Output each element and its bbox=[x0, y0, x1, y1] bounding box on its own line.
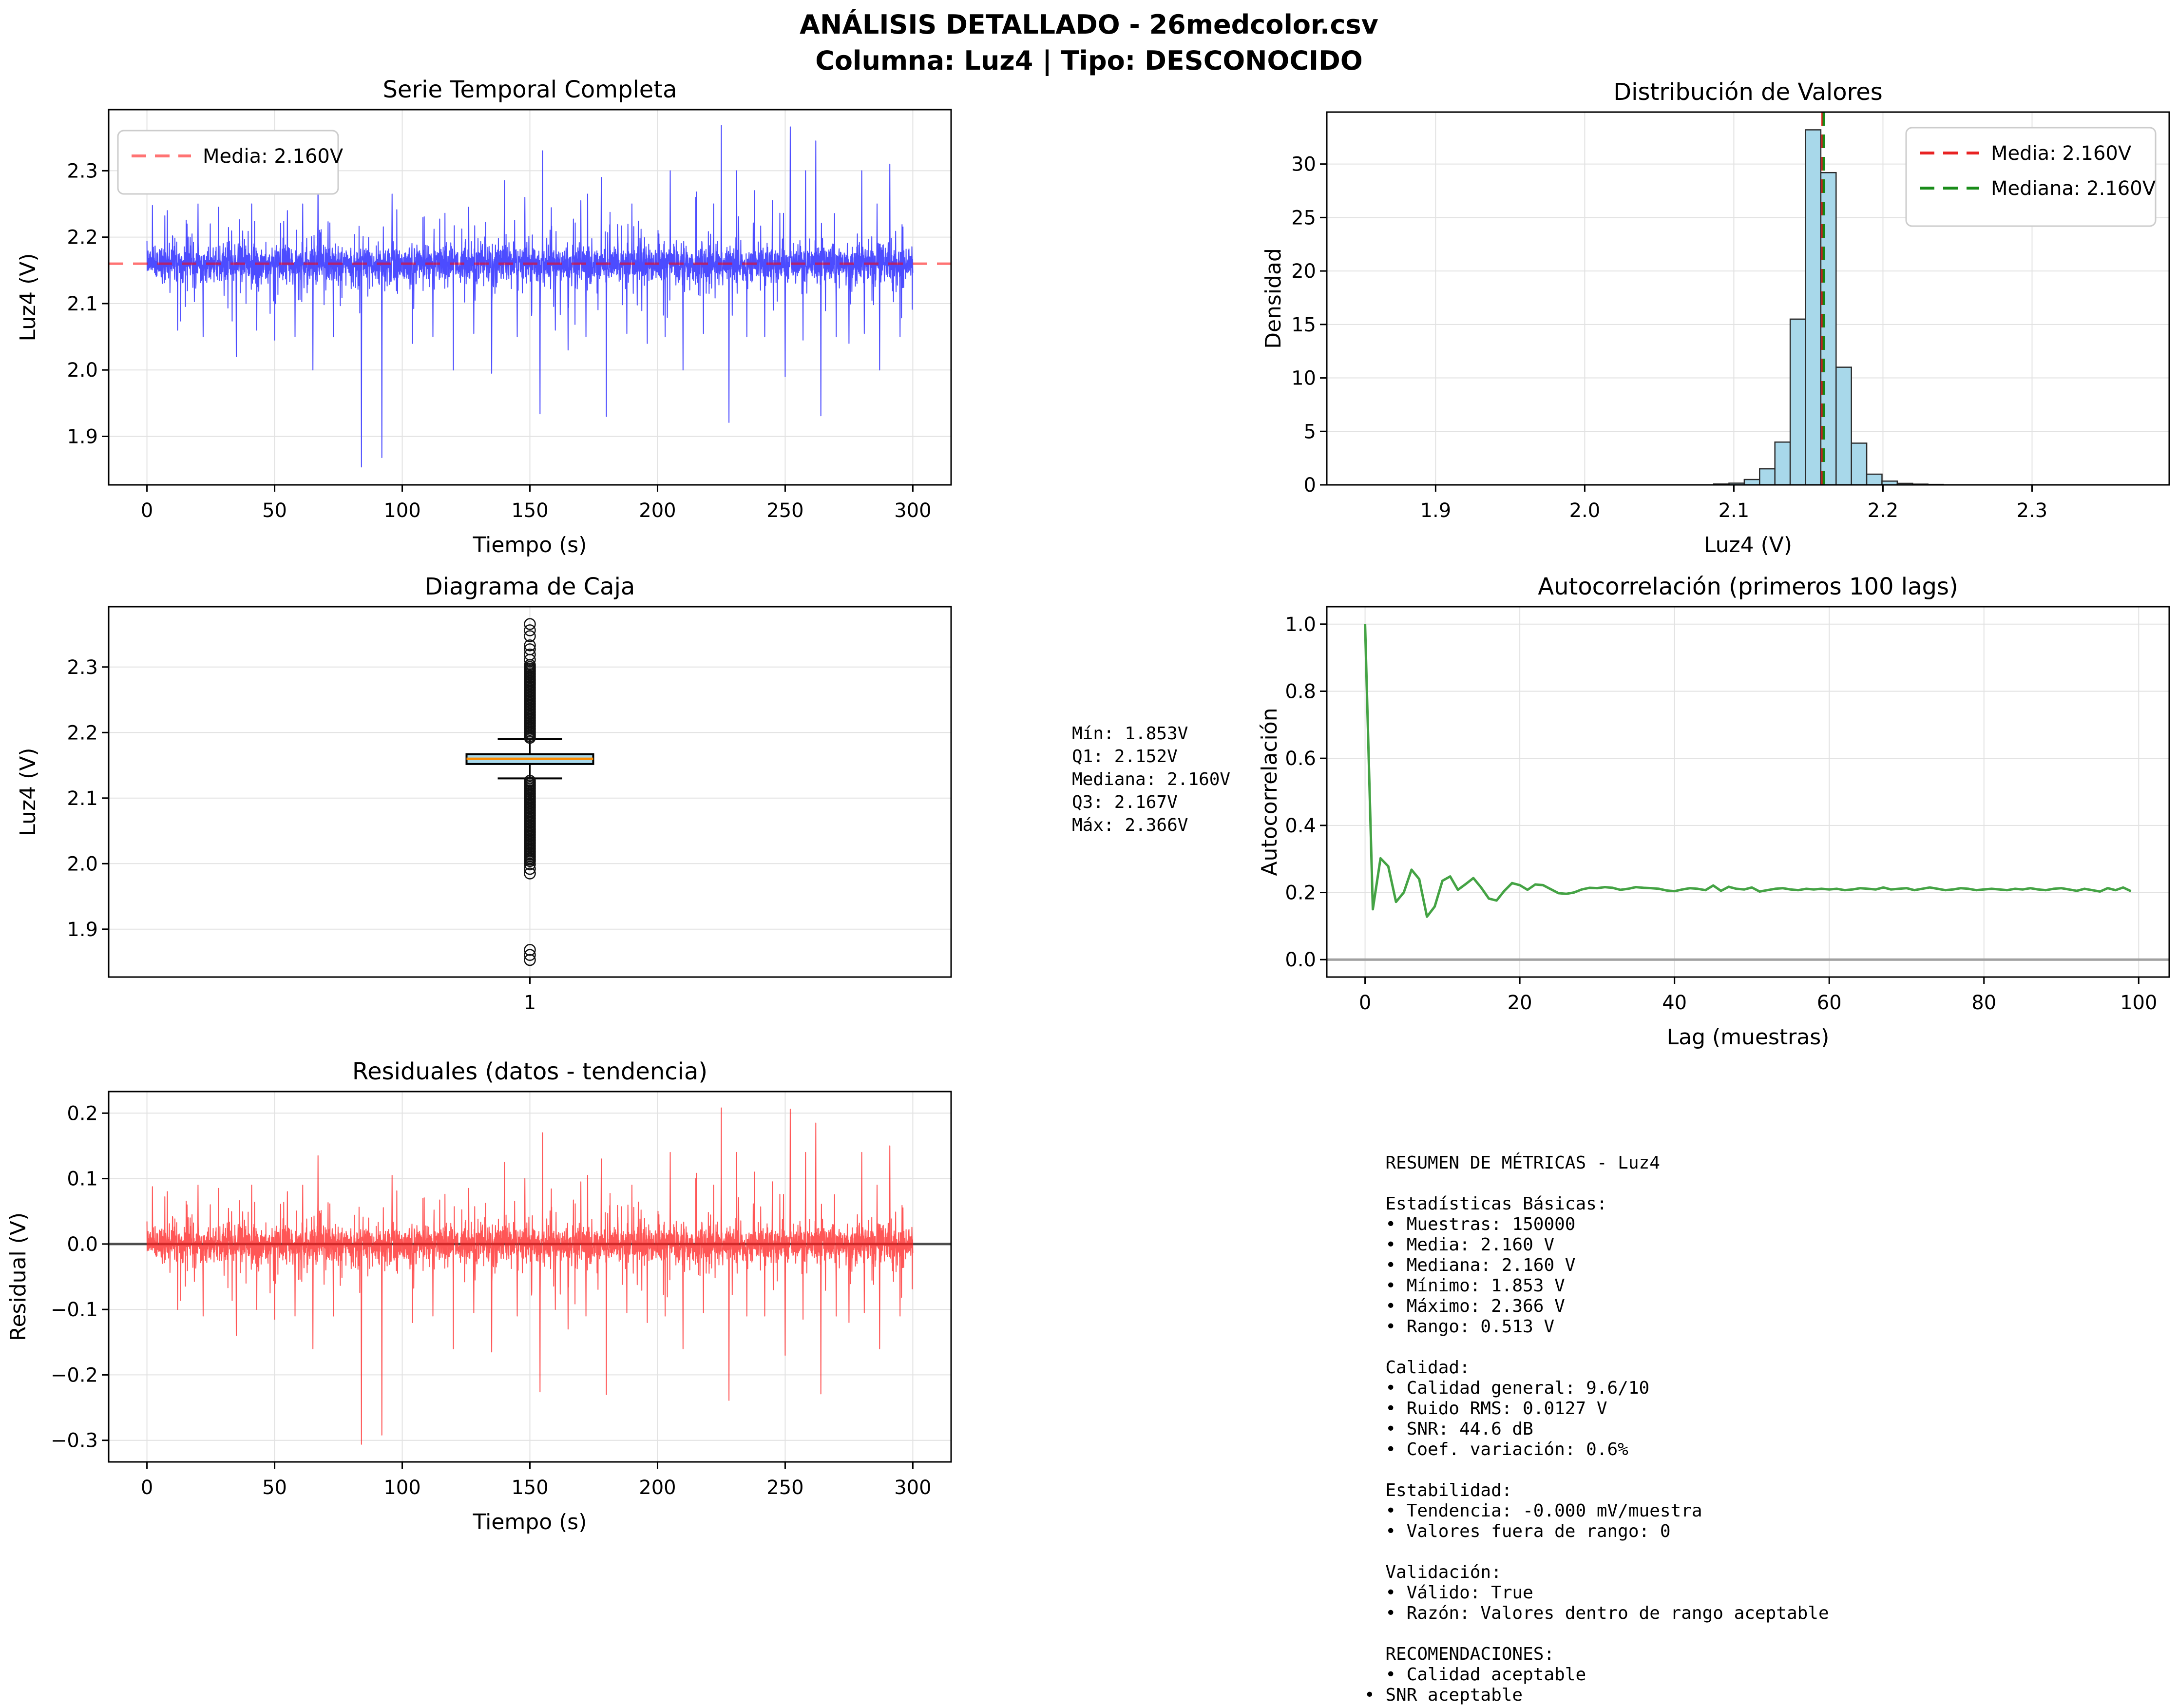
analysis-figure: ANÁLISIS DETALLADO - 26medcolor.csv Colu… bbox=[0, 0, 2178, 1708]
svg-text:2.2: 2.2 bbox=[67, 722, 98, 744]
svg-text:1.9: 1.9 bbox=[1420, 499, 1452, 522]
svg-text:2.1: 2.1 bbox=[67, 293, 98, 315]
svg-text:100: 100 bbox=[383, 499, 420, 522]
svg-text:Luz4 (V): Luz4 (V) bbox=[16, 748, 40, 836]
metrics-summary-text: RESUMEN DE MÉTRICAS - Luz4 Estadísticas … bbox=[1364, 1153, 1829, 1705]
svg-text:1.9: 1.9 bbox=[67, 426, 98, 448]
svg-text:Residuales (datos - tendencia): Residuales (datos - tendencia) bbox=[352, 1058, 707, 1085]
svg-text:200: 200 bbox=[639, 499, 676, 522]
svg-text:30: 30 bbox=[1291, 154, 1316, 176]
svg-text:2.2: 2.2 bbox=[1868, 499, 1899, 522]
svg-text:2.0: 2.0 bbox=[67, 853, 98, 875]
boxplot-stats-text: Mín: 1.853V Q1: 2.152V Mediana: 2.160V Q… bbox=[1072, 724, 1231, 835]
svg-text:Tiempo (s): Tiempo (s) bbox=[473, 1510, 587, 1535]
autocorrelacion-plot: 0 20 40 60 80 100 0.0 0.2 0.4 0.6 0.8 1.0 Autocorrel… bbox=[1257, 573, 2170, 1050]
svg-text:0.4: 0.4 bbox=[1285, 815, 1316, 837]
svg-text:−0.3: −0.3 bbox=[51, 1430, 98, 1452]
svg-text:250: 250 bbox=[766, 1477, 803, 1499]
svg-text:Tiempo (s): Tiempo (s) bbox=[473, 533, 587, 557]
svg-text:Media: 2.160V: Media: 2.160V bbox=[1991, 142, 2132, 165]
svg-text:300: 300 bbox=[894, 1477, 931, 1499]
svg-text:2.1: 2.1 bbox=[67, 787, 98, 810]
svg-text:250: 250 bbox=[766, 499, 803, 522]
serie-temporal-plot: 0 50 100 150 200 250 300 1.9 2.0 2.1 2.2 2.3 Serie T… bbox=[16, 76, 952, 557]
svg-text:Luz4 (V): Luz4 (V) bbox=[1704, 533, 1792, 557]
svg-text:2.3: 2.3 bbox=[2017, 499, 2048, 522]
svg-text:150: 150 bbox=[511, 499, 548, 522]
svg-text:2.0: 2.0 bbox=[67, 359, 98, 382]
svg-text:0.8: 0.8 bbox=[1285, 680, 1316, 703]
svg-text:0.0: 0.0 bbox=[1285, 949, 1316, 971]
svg-text:100: 100 bbox=[383, 1477, 420, 1499]
svg-text:0.1: 0.1 bbox=[67, 1168, 98, 1190]
plots-canvas: 0 50 100 150 200 250 3001.92.02.12.22.3Serie T… bbox=[6, 76, 2170, 1535]
svg-text:0: 0 bbox=[1359, 992, 1371, 1014]
svg-text:2.1: 2.1 bbox=[1719, 499, 1750, 522]
svg-text:Autocorrelación: Autocorrelación bbox=[1257, 708, 1282, 876]
svg-text:Media: 2.160V: Media: 2.160V bbox=[203, 145, 344, 168]
distribucion-plot: 1.9 2.0 2.1 2.2 2.3 0 5 10 15 20 25 30 Distribución … bbox=[1261, 78, 2170, 557]
residuales-plot: 0 50 100 150 200 250 300 0.2 0.1 0.0 −0.1 −0.2 −0.3 R… bbox=[6, 1058, 952, 1535]
svg-text:100: 100 bbox=[2120, 992, 2157, 1014]
svg-text:200: 200 bbox=[639, 1477, 676, 1499]
svg-text:Diagrama de Caja: Diagrama de Caja bbox=[425, 573, 635, 600]
svg-text:Residual (V): Residual (V) bbox=[6, 1212, 31, 1341]
svg-text:0.2: 0.2 bbox=[1285, 882, 1316, 904]
svg-text:Densidad: Densidad bbox=[1261, 248, 1286, 349]
svg-text:2.3: 2.3 bbox=[67, 160, 98, 182]
svg-text:1.0: 1.0 bbox=[1285, 614, 1316, 636]
svg-text:−0.2: −0.2 bbox=[51, 1364, 98, 1386]
svg-text:10: 10 bbox=[1291, 367, 1316, 390]
svg-text:Luz4 (V): Luz4 (V) bbox=[16, 253, 40, 341]
serie-temporal-legend: Media: 2.160V bbox=[117, 130, 344, 195]
svg-text:20: 20 bbox=[1508, 992, 1532, 1014]
svg-text:50: 50 bbox=[262, 1477, 287, 1499]
svg-text:0: 0 bbox=[141, 1477, 153, 1499]
svg-text:Lag (muestras): Lag (muestras) bbox=[1667, 1025, 1830, 1050]
svg-text:1: 1 bbox=[524, 992, 536, 1014]
diagrama-caja-plot: 1 1.9 2.0 2.1 2.2 2.3 Diagrama de Caja Luz4 (V) bbox=[16, 573, 952, 1014]
svg-text:50: 50 bbox=[262, 499, 287, 522]
svg-text:80: 80 bbox=[1971, 992, 1996, 1014]
svg-text:Serie Temporal Completa: Serie Temporal Completa bbox=[382, 76, 677, 103]
svg-text:2.3: 2.3 bbox=[67, 656, 98, 679]
svg-text:0: 0 bbox=[141, 499, 153, 522]
svg-text:0.0: 0.0 bbox=[67, 1233, 98, 1256]
svg-text:25: 25 bbox=[1291, 207, 1316, 229]
svg-text:5: 5 bbox=[1304, 421, 1316, 443]
svg-text:300: 300 bbox=[894, 499, 931, 522]
svg-text:2.2: 2.2 bbox=[67, 227, 98, 249]
svg-text:Autocorrelación (primeros 100: Autocorrelación (primeros 100 lags) bbox=[1538, 573, 1958, 600]
svg-text:15: 15 bbox=[1291, 314, 1316, 336]
svg-text:0.2: 0.2 bbox=[67, 1102, 98, 1125]
svg-text:1.9: 1.9 bbox=[67, 919, 98, 941]
svg-text:0.6: 0.6 bbox=[1285, 748, 1316, 770]
svg-text:0: 0 bbox=[1304, 474, 1316, 497]
svg-text:2.0: 2.0 bbox=[1569, 499, 1601, 522]
svg-text:150: 150 bbox=[511, 1477, 548, 1499]
svg-text:Distribución de Valores: Distribución de Valores bbox=[1613, 78, 1883, 106]
svg-text:60: 60 bbox=[1817, 992, 1842, 1014]
svg-text:−0.1: −0.1 bbox=[51, 1299, 98, 1321]
svg-text:Mediana: 2.160V: Mediana: 2.160V bbox=[1991, 177, 2156, 200]
svg-text:40: 40 bbox=[1662, 992, 1687, 1014]
svg-text:20: 20 bbox=[1291, 260, 1316, 283]
distribucion-legend: Media: 2.160V Mediana: 2.160V bbox=[1905, 127, 2157, 227]
